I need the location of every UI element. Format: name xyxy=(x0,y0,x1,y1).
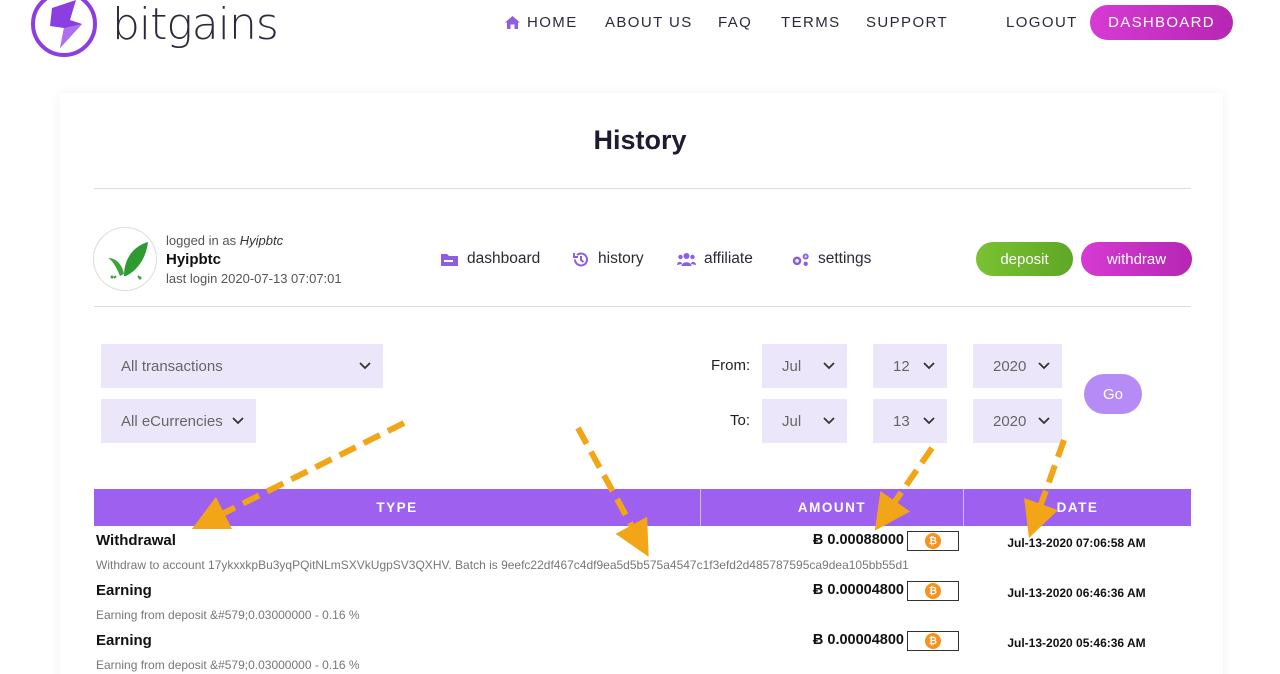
nav-faq[interactable]: FAQ xyxy=(718,14,752,31)
from-year-value: 2020 xyxy=(993,357,1027,375)
transaction-type: Earning xyxy=(96,582,152,599)
chevron-down-icon xyxy=(359,362,371,370)
user-menu-settings[interactable]: settings xyxy=(791,250,871,268)
nav-terms[interactable]: TERMS xyxy=(781,14,841,31)
users-icon xyxy=(677,252,696,266)
nav-logout[interactable]: LOGOUT xyxy=(1006,14,1078,31)
column-header-amount: AMOUNT xyxy=(797,500,867,515)
bitcoin-icon: ₿ xyxy=(925,533,941,549)
username: Hyipbtc xyxy=(166,251,222,268)
to-year-value: 2020 xyxy=(993,412,1027,430)
page-title: History xyxy=(593,125,687,155)
nav-support-label: SUPPORT xyxy=(866,14,949,31)
logged-in-line: logged in as Hyipbtc xyxy=(166,231,342,250)
transaction-type: Earning xyxy=(96,632,152,649)
from-day-select[interactable]: 12 xyxy=(873,344,947,388)
transaction-type-select[interactable]: All transactions xyxy=(101,344,383,388)
from-day-value: 12 xyxy=(893,357,910,375)
currency-select[interactable]: All eCurrencies xyxy=(101,399,256,443)
user-menu-history-label: history xyxy=(598,250,644,267)
divider xyxy=(94,306,1191,307)
from-year-select[interactable]: 2020 xyxy=(973,344,1062,388)
folder-icon xyxy=(441,253,458,266)
top-navigation-bar: bitgains HOME ABOUT US FAQ TERMS SUPPORT… xyxy=(0,0,1280,64)
currency-badge: ₿ xyxy=(907,531,959,551)
chevron-down-icon xyxy=(823,417,835,425)
currency-value: All eCurrencies xyxy=(121,412,223,430)
nav-faq-label: FAQ xyxy=(718,14,753,31)
chevron-down-icon xyxy=(923,417,935,425)
chevron-down-icon xyxy=(1038,362,1050,370)
chevron-down-icon xyxy=(823,362,835,370)
avatar xyxy=(93,227,157,291)
nav-logout-label: LOGOUT xyxy=(1006,14,1078,31)
transaction-amount: Ƀ 0.00004800 xyxy=(812,582,904,598)
to-year-select[interactable]: 2020 xyxy=(973,399,1062,443)
deposit-button[interactable]: deposit xyxy=(976,242,1073,276)
column-header-date: DATE xyxy=(1056,500,1099,515)
nav-support[interactable]: SUPPORT xyxy=(866,14,948,31)
transaction-description: Withdraw to account 17ykxxkpBu3yqPQitNLm… xyxy=(96,558,909,572)
user-menu-affiliate[interactable]: affiliate xyxy=(677,250,753,268)
to-day-select[interactable]: 13 xyxy=(873,399,947,443)
to-month-value: Jul xyxy=(782,412,802,430)
user-menu-affiliate-label: affiliate xyxy=(704,250,753,267)
to-day-value: 13 xyxy=(893,412,910,430)
divider xyxy=(94,188,1191,189)
logged-in-name: Hyipbtc xyxy=(239,233,284,248)
to-label: To: xyxy=(730,412,751,429)
gears-icon xyxy=(792,252,809,266)
transaction-description: Earning from deposit &#579;0.03000000 - … xyxy=(96,658,360,672)
currency-badge: ₿ xyxy=(907,581,959,601)
transaction-date: Jul-13-2020 05:46:36 AM xyxy=(1007,636,1146,650)
history-icon xyxy=(573,251,588,266)
nav-terms-label: TERMS xyxy=(781,14,841,31)
user-menu-history[interactable]: history xyxy=(571,250,644,268)
go-button[interactable]: Go xyxy=(1084,374,1142,414)
transaction-date: Jul-13-2020 07:06:58 AM xyxy=(1007,536,1146,550)
transaction-amount: Ƀ 0.00088000 xyxy=(812,532,904,548)
bitcoin-icon: ₿ xyxy=(925,633,941,649)
from-label: From: xyxy=(711,357,751,374)
to-month-select[interactable]: Jul xyxy=(762,399,847,443)
logged-in-prefix: logged in as xyxy=(166,233,237,248)
nav-home[interactable]: HOME xyxy=(504,14,578,31)
last-login: last login 2020-07-13 07:07:01 xyxy=(166,271,342,286)
user-menu-settings-label: settings xyxy=(818,250,872,267)
home-icon xyxy=(505,16,520,29)
chevron-down-icon xyxy=(923,362,935,370)
bitcoin-icon: ₿ xyxy=(925,583,941,599)
column-header-type: TYPE xyxy=(376,500,418,515)
chevron-down-icon xyxy=(1038,417,1050,425)
transaction-date: Jul-13-2020 06:46:36 AM xyxy=(1007,586,1146,600)
nav-about-label: ABOUT US xyxy=(605,14,693,31)
transaction-amount: Ƀ 0.00004800 xyxy=(812,632,904,648)
from-month-select[interactable]: Jul xyxy=(762,344,847,388)
withdraw-button[interactable]: withdraw xyxy=(1081,242,1192,276)
chevron-down-icon xyxy=(232,417,244,425)
user-menu-dashboard[interactable]: dashboard xyxy=(440,250,540,268)
sprout-logo-icon xyxy=(108,242,148,280)
login-info: logged in as Hyipbtc Hyipbtc last login … xyxy=(166,231,342,288)
transaction-description: Earning from deposit &#579;0.03000000 - … xyxy=(96,608,360,622)
nav-about-us[interactable]: ABOUT US xyxy=(605,14,693,31)
user-menu-dashboard-label: dashboard xyxy=(467,250,541,267)
from-month-value: Jul xyxy=(782,357,802,375)
transaction-type: Withdrawal xyxy=(96,532,176,549)
dashboard-button[interactable]: DASHBOARD xyxy=(1090,5,1233,40)
nav-home-label: HOME xyxy=(527,14,578,31)
transaction-type-value: All transactions xyxy=(121,357,223,375)
currency-badge: ₿ xyxy=(907,631,959,651)
main-nav: HOME ABOUT US FAQ TERMS SUPPORT LOGOUT D… xyxy=(0,0,1280,46)
history-table-header: TYPE AMOUNT DATE xyxy=(94,489,1191,526)
